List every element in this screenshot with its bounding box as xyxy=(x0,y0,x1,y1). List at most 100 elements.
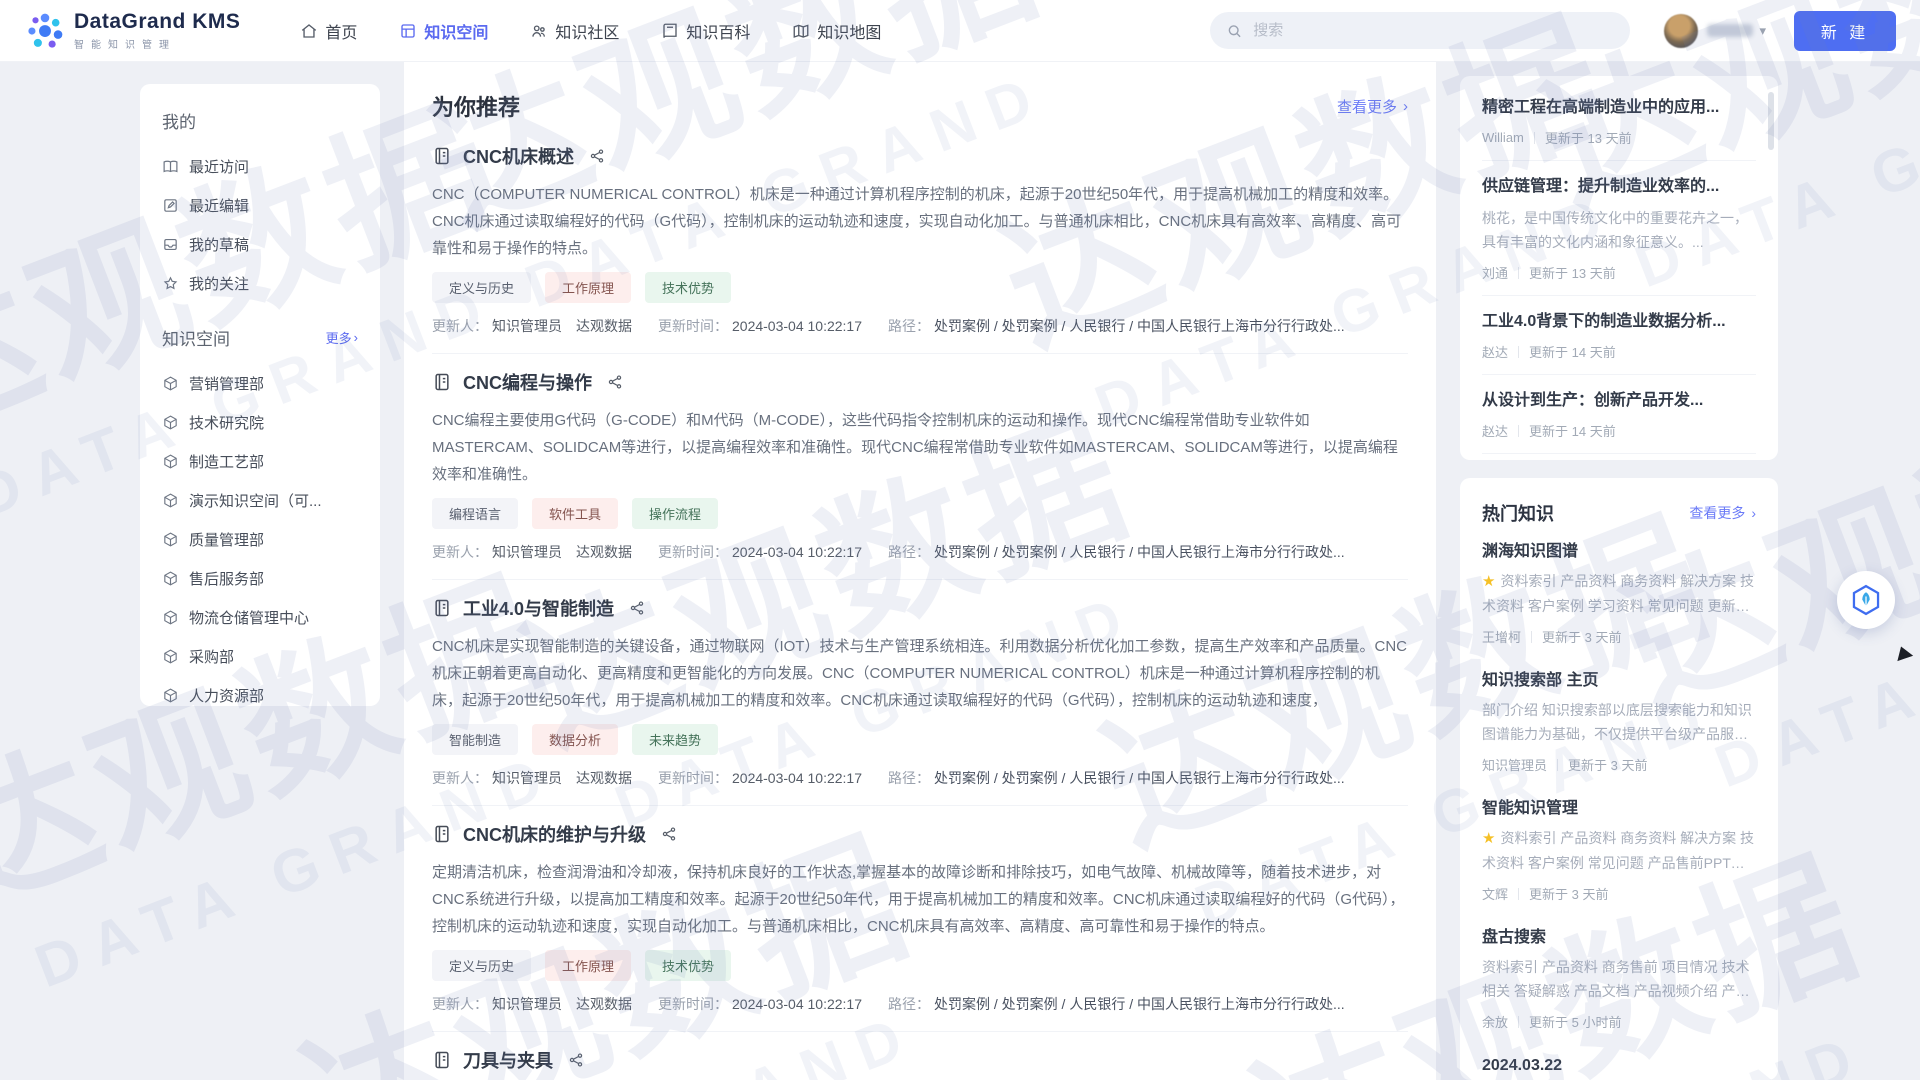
time-label: 更新时间： xyxy=(658,994,728,1014)
share-icon[interactable] xyxy=(629,600,645,616)
nav-label: 首页 xyxy=(325,19,357,43)
recommended-title[interactable]: 精密工程在高端制造业中的应用... xyxy=(1482,97,1756,119)
hot-title[interactable]: 渊海知识图谱 xyxy=(1482,541,1756,563)
sidebar-space-demo[interactable]: 演示知识空间（可... xyxy=(162,481,358,520)
hot-item[interactable]: 知识搜索部 主页 部门介绍 知识搜索部以底层搜索能力和知识图谱能力为基础，不仅提… xyxy=(1482,657,1756,785)
share-icon[interactable] xyxy=(568,1052,584,1068)
tag[interactable]: 技术优势 xyxy=(645,950,731,981)
nav-knowledge-community[interactable]: 知识社区 xyxy=(530,19,619,43)
hot-title[interactable]: 2024.03.22 xyxy=(1482,1055,1756,1077)
sidebar-item-my-follows[interactable]: 我的关注 xyxy=(162,264,358,303)
path-value[interactable]: 处罚案例 / 处罚案例 / 人民银行 / 中国人民银行上海市分行行政处... xyxy=(934,768,1345,788)
sidebar-space-hr[interactable]: 人力资源部 xyxy=(162,676,358,715)
hot-item[interactable]: 智能知识管理 ★资料索引 产品资料 商务资料 解决方案 技术资料 客户案例 常见… xyxy=(1482,785,1756,914)
recommended-item[interactable]: 精密工程在高端制造业中的应用... William 更新于 13 天前 xyxy=(1482,82,1756,161)
article-summary: CNC机床是实现智能制造的关键设备，通过物联网（IOT）技术与生产管理系统相连。… xyxy=(432,633,1408,714)
tag[interactable]: 定义与历史 xyxy=(432,272,531,303)
time-value: 2024-03-04 10:22:17 xyxy=(732,996,862,1012)
nav-knowledge-map[interactable]: 知识地图 xyxy=(792,19,881,43)
tag[interactable]: 工作原理 xyxy=(545,272,631,303)
space-label: 演示知识空间（可... xyxy=(189,490,322,511)
tag[interactable]: 智能制造 xyxy=(432,724,518,755)
hot-item[interactable]: 2024.03.22 代申 王军军 本周完成工作 知识图谱 【bug】排查并解决… xyxy=(1482,1042,1756,1080)
tag[interactable]: 操作流程 xyxy=(632,498,718,529)
hot-summary: 资料索引 产品资料 商务售前 项目情况 技术相关 答疑解惑 产品文档 产品视频介… xyxy=(1482,955,1756,1003)
datagrand-logo[interactable]: DataGrand KMS 智能知识管理 xyxy=(26,10,240,51)
cube-icon xyxy=(162,492,179,509)
recommended-item[interactable]: 工业4.0背景下的制造业数据分析... 赵达 更新于 14 天前 xyxy=(1482,296,1756,375)
sidebar-space-aftersales[interactable]: 售后服务部 xyxy=(162,559,358,598)
article-title[interactable]: CNC机床概述 xyxy=(463,143,574,169)
time-value: 2024-03-04 10:22:17 xyxy=(732,770,862,786)
tag[interactable]: 数据分析 xyxy=(532,724,618,755)
hot-meta: 余放 更新于 5 小时前 xyxy=(1482,1012,1756,1031)
user-menu[interactable]: ▾ xyxy=(1664,14,1766,48)
sidebar-space-logistics[interactable]: 物流仓储管理中心 xyxy=(162,598,358,637)
nav-home[interactable]: 首页 xyxy=(300,19,357,43)
path-value[interactable]: 处罚案例 / 处罚案例 / 人民银行 / 中国人民银行上海市分行行政处... xyxy=(934,994,1345,1014)
chevron-right-icon: › xyxy=(1751,505,1756,521)
tag[interactable]: 定义与历史 xyxy=(432,950,531,981)
hot-title[interactable]: 智能知识管理 xyxy=(1482,798,1756,820)
article-card: CNC机床概述 CNC（COMPUTER NUMERICAL CONTROL）机… xyxy=(432,128,1408,354)
scrollbar-thumb[interactable] xyxy=(1768,92,1774,150)
recommended-title[interactable]: 工业4.0背景下的制造业数据分析... xyxy=(1482,311,1756,333)
tag[interactable]: 未来趋势 xyxy=(632,724,718,755)
divider xyxy=(1518,346,1519,358)
recommended-item[interactable]: 供应链管理：提升制造业效率的... 桃花，是中国传统文化中的重要花卉之一，具有丰… xyxy=(1482,161,1756,296)
article-title[interactable]: CNC编程与操作 xyxy=(463,369,592,395)
ai-assistant-button[interactable] xyxy=(1837,571,1895,629)
hot-meta: 知识管理员 更新于 3 天前 xyxy=(1482,755,1756,774)
search-icon xyxy=(1226,22,1243,40)
divider xyxy=(1518,267,1519,279)
article-title[interactable]: CNC机床的维护与升级 xyxy=(463,821,646,847)
sidebar-item-recent-edits[interactable]: 最近编辑 xyxy=(162,186,358,225)
path-value[interactable]: 处罚案例 / 处罚案例 / 人民银行 / 中国人民银行上海市分行行政处... xyxy=(934,542,1345,562)
hot-title[interactable]: 知识搜索部 主页 xyxy=(1482,670,1756,692)
hot-view-more-link[interactable]: 查看更多 › xyxy=(1689,503,1756,523)
tag[interactable]: 技术优势 xyxy=(645,272,731,303)
search-input[interactable] xyxy=(1253,22,1614,39)
article-summary: CNC（COMPUTER NUMERICAL CONTROL）机床是一种通过计算… xyxy=(432,181,1408,262)
hot-item[interactable]: 盘古搜索 资料索引 产品资料 商务售前 项目情况 技术相关 答疑解惑 产品文档 … xyxy=(1482,914,1756,1042)
share-icon[interactable] xyxy=(661,826,677,842)
updated: 更新于 3 天前 xyxy=(1568,755,1647,774)
recommended-panel: 精密工程在高端制造业中的应用... William 更新于 13 天前 供应链管… xyxy=(1460,76,1778,460)
tag[interactable]: 工作原理 xyxy=(545,950,631,981)
updated: 更新于 13 天前 xyxy=(1545,128,1632,147)
author: 赵达 xyxy=(1482,342,1508,361)
avatar[interactable] xyxy=(1664,14,1698,48)
sidebar-space-manufacturing[interactable]: 制造工艺部 xyxy=(162,442,358,481)
sidebar-space-marketing[interactable]: 营销管理部 xyxy=(162,364,358,403)
spaces-more-link[interactable]: 更多 › xyxy=(326,328,358,347)
new-button[interactable]: 新 建 xyxy=(1794,11,1896,51)
sidebar-space-quality[interactable]: 质量管理部 xyxy=(162,520,358,559)
search-box[interactable] xyxy=(1210,12,1630,49)
view-more-link[interactable]: 查看更多 › xyxy=(1337,96,1408,117)
nav-knowledge-wiki[interactable]: 知识百科 xyxy=(661,19,750,43)
share-icon[interactable] xyxy=(607,374,623,390)
hot-item[interactable]: 渊海知识图谱 ★资料索引 产品资料 商务资料 解决方案 技术资料 客户案例 学习… xyxy=(1482,528,1756,657)
recommended-item[interactable]: 从设计到生产：创新产品开发... 赵达 更新于 14 天前 xyxy=(1482,375,1756,454)
cube-icon xyxy=(162,687,179,704)
article-title[interactable]: 刀具与夹具 xyxy=(463,1047,553,1073)
sidebar-space-tech-institute[interactable]: 技术研究院 xyxy=(162,403,358,442)
space-label: 技术研究院 xyxy=(189,412,264,433)
updater-value: 知识管理员 xyxy=(492,316,562,336)
updater-label: 更新人： xyxy=(432,316,488,336)
sidebar-item-my-drafts[interactable]: 我的草稿 xyxy=(162,225,358,264)
tag[interactable]: 软件工具 xyxy=(532,498,618,529)
hot-title[interactable]: 盘古搜索 xyxy=(1482,927,1756,949)
recommended-title[interactable]: 供应链管理：提升制造业效率的... xyxy=(1482,176,1756,198)
recommended-title[interactable]: 从设计到生产：创新产品开发... xyxy=(1482,390,1756,412)
share-icon[interactable] xyxy=(589,148,605,164)
tag[interactable]: 编程语言 xyxy=(432,498,518,529)
nav-knowledge-space[interactable]: 知识空间 xyxy=(399,19,488,43)
document-icon xyxy=(432,1050,452,1070)
path-value[interactable]: 处罚案例 / 处罚案例 / 人民银行 / 中国人民银行上海市分行行政处... xyxy=(934,316,1345,336)
logo-subtitle: 智能知识管理 xyxy=(74,36,240,51)
author: 文辉 xyxy=(1482,884,1508,903)
article-title[interactable]: 工业4.0与智能制造 xyxy=(463,595,614,621)
sidebar-item-recent-visits[interactable]: 最近访问 xyxy=(162,147,358,186)
sidebar-space-procurement[interactable]: 采购部 xyxy=(162,637,358,676)
